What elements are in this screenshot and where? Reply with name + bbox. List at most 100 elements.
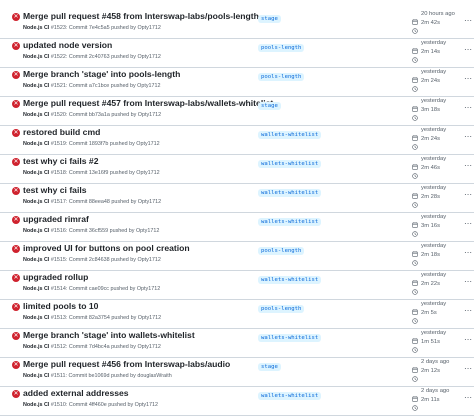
workflow-name[interactable]: Node.js CI <box>23 257 49 263</box>
workflow-name[interactable]: Node.js CI <box>23 228 49 234</box>
workflow-name[interactable]: Node.js CI <box>23 199 49 205</box>
workflow-run-row[interactable]: ✕ upgraded rimraf Node.js CI #1516: Commit… <box>0 213 474 242</box>
run-title-link[interactable]: test why ci fails <box>23 185 87 195</box>
workflow-name[interactable]: Node.js CI <box>23 315 49 321</box>
kebab-menu-icon[interactable]: ⋯ <box>464 249 472 257</box>
branch-label[interactable]: wallets-whitelist <box>258 276 322 284</box>
calendar-icon <box>412 41 418 54</box>
workflow-run-row[interactable]: ✕ Merge pull request #457 from Interswap-… <box>0 97 474 126</box>
kebab-menu-icon[interactable]: ⋯ <box>464 394 472 402</box>
kebab-menu-icon[interactable]: ⋯ <box>464 133 472 141</box>
failure-x-icon: ✕ <box>12 332 20 340</box>
kebab-menu-icon[interactable]: ⋯ <box>464 336 472 344</box>
kebab-menu-icon[interactable]: ⋯ <box>464 104 472 112</box>
branch-label[interactable]: stage <box>258 363 281 371</box>
run-title-link[interactable]: test why ci fails #2 <box>23 156 98 166</box>
branch-label[interactable]: wallets-whitelist <box>258 334 322 342</box>
branch-label[interactable]: wallets-whitelist <box>258 218 322 226</box>
kebab-menu-icon[interactable]: ⋯ <box>464 162 472 170</box>
workflow-name[interactable]: Node.js CI <box>23 170 49 176</box>
calendar-icon <box>412 302 418 315</box>
kebab-menu-icon[interactable]: ⋯ <box>464 191 472 199</box>
kebab-menu-icon[interactable]: ⋯ <box>464 365 472 373</box>
kebab-menu-icon[interactable]: ⋯ <box>464 278 472 286</box>
stopwatch-icon <box>412 369 418 382</box>
workflow-run-row[interactable]: ✕ improved UI for buttons on pool creatio… <box>0 242 474 271</box>
run-title-link[interactable]: restored build cmd <box>23 127 100 137</box>
run-title-link[interactable]: Merge pull request #458 from Interswap-l… <box>23 11 259 21</box>
run-detail: #1518: Commit 13e16f9 pushed by Opty1712 <box>50 170 160 176</box>
run-title-link[interactable]: added external addresses <box>23 388 129 398</box>
workflow-name[interactable]: Node.js CI <box>23 54 49 60</box>
run-detail: #1517: Commit 88eea48 pushed by Opty1712 <box>50 199 162 205</box>
failure-x-icon: ✕ <box>12 216 20 224</box>
run-title-link[interactable]: limited pools to 10 <box>23 301 98 311</box>
calendar-icon <box>412 389 418 402</box>
run-duration: 2m 24s <box>421 136 441 142</box>
workflow-run-row[interactable]: ✕ Merge pull request #456 from Interswap-… <box>0 358 474 387</box>
branch-label[interactable]: wallets-whitelist <box>258 189 322 197</box>
run-meta: Node.js CI #1513: Commit 82a3754 pushed … <box>23 315 161 321</box>
branch-label[interactable]: pools-length <box>258 73 305 81</box>
run-title-link[interactable]: Merge branch 'stage' into wallets-whitel… <box>23 330 195 340</box>
workflow-name[interactable]: Node.js CI <box>23 83 49 89</box>
workflow-run-row[interactable]: ✕ Merge branch 'stage' into pools-length N… <box>0 68 474 97</box>
failure-x-icon: ✕ <box>12 13 20 21</box>
run-title-link[interactable]: Merge branch 'stage' into pools-length <box>23 69 180 79</box>
run-detail: #1511: Commit be1069d pushed by douglasW… <box>50 373 172 379</box>
workflow-run-row[interactable]: ✕ Merge branch 'stage' into wallets-white… <box>0 329 474 358</box>
workflow-run-row[interactable]: ✕ updated node version Node.js CI #1522: C… <box>0 39 474 68</box>
branch-label[interactable]: wallets-whitelist <box>258 160 322 168</box>
run-meta: Node.js CI #1519: Commit 1893f7b pushed … <box>23 141 160 147</box>
run-meta: Node.js CI #1517: Commit 88eea48 pushed … <box>23 199 161 205</box>
run-detail: #1513: Commit 82a3754 pushed by Opty1712 <box>50 315 162 321</box>
workflow-run-row[interactable]: ✕ upgraded rollup Node.js CI #1514: Commit… <box>0 271 474 300</box>
run-meta: Node.js CI #1515: Commit 2c84638 pushed … <box>23 257 161 263</box>
run-title-link[interactable]: upgraded rimraf <box>23 214 89 224</box>
branch-label[interactable]: stage <box>258 15 281 23</box>
failure-x-icon: ✕ <box>12 390 20 398</box>
kebab-menu-icon[interactable]: ⋯ <box>464 17 472 25</box>
failure-x-icon: ✕ <box>12 274 20 282</box>
run-title-link[interactable]: improved UI for buttons on pool creation <box>23 243 190 253</box>
workflow-name[interactable]: Node.js CI <box>23 141 49 147</box>
run-date: yesterday <box>421 40 447 46</box>
calendar-icon <box>412 70 418 83</box>
calendar-icon <box>412 215 418 228</box>
run-title-link[interactable]: upgraded rollup <box>23 272 88 282</box>
branch-label[interactable]: pools-length <box>258 44 305 52</box>
branch-label[interactable]: stage <box>258 102 281 110</box>
run-detail: #1516: Commit 36cf559 pushed by Opty1712 <box>50 228 160 234</box>
workflow-name[interactable]: Node.js CI <box>23 286 49 292</box>
stopwatch-icon <box>412 21 418 34</box>
failure-x-icon: ✕ <box>12 361 20 369</box>
workflow-run-row[interactable]: ✕ restored build cmd Node.js CI #1519: Com… <box>0 126 474 155</box>
workflow-run-row[interactable]: ✕ test why ci fails Node.js CI #1517: Comm… <box>0 184 474 213</box>
stopwatch-icon <box>412 137 418 150</box>
branch-label[interactable]: pools-length <box>258 305 305 313</box>
kebab-menu-icon[interactable]: ⋯ <box>464 307 472 315</box>
workflow-name[interactable]: Node.js CI <box>23 25 49 31</box>
workflow-name[interactable]: Node.js CI <box>23 112 49 118</box>
workflow-run-row[interactable]: ✕ Merge pull request #458 from Interswap-… <box>0 10 474 39</box>
branch-label[interactable]: wallets-whitelist <box>258 131 322 139</box>
run-date: yesterday <box>421 156 447 162</box>
run-duration: 3m 16s <box>421 223 441 229</box>
kebab-menu-icon[interactable]: ⋯ <box>464 75 472 83</box>
run-title-link[interactable]: updated node version <box>23 40 112 50</box>
run-title-link[interactable]: Merge pull request #457 from Interswap-l… <box>23 98 273 108</box>
workflow-name[interactable]: Node.js CI <box>23 402 49 408</box>
branch-label[interactable]: pools-length <box>258 247 305 255</box>
workflow-run-row[interactable]: ✕ test why ci fails #2 Node.js CI #1518: C… <box>0 155 474 184</box>
workflow-run-row[interactable]: ✕ limited pools to 10 Node.js CI #1513: Co… <box>0 300 474 329</box>
calendar-icon <box>412 331 418 344</box>
kebab-menu-icon[interactable]: ⋯ <box>464 46 472 54</box>
run-detail: #1514: Commit cae09cc pushed by Opty1712 <box>50 286 161 292</box>
kebab-menu-icon[interactable]: ⋯ <box>464 220 472 228</box>
workflow-name[interactable]: Node.js CI <box>23 344 49 350</box>
run-date: 2 days ago <box>421 359 450 365</box>
run-title-link[interactable]: Merge pull request #456 from Interswap-l… <box>23 359 230 369</box>
workflow-name[interactable]: Node.js CI <box>23 373 49 379</box>
branch-label[interactable]: wallets-whitelist <box>258 392 322 400</box>
run-detail: #1510: Commit 4ff460e pushed by Opty1712 <box>50 402 159 408</box>
